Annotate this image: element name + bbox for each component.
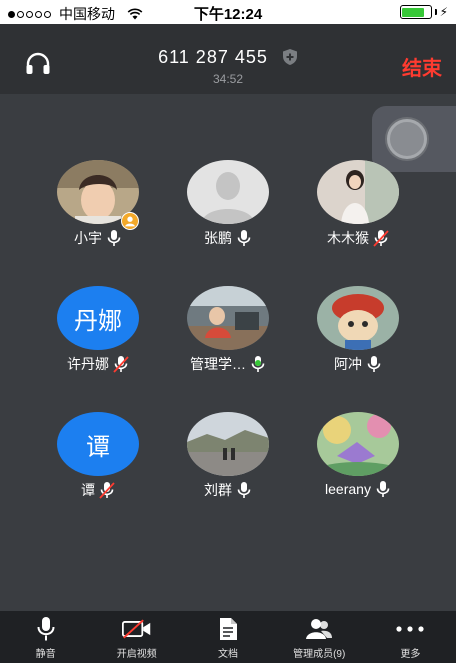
participant-name: 小宇 [74,230,102,246]
participant-tile[interactable]: 小宇 [33,160,163,270]
start-video-label: 开启视频 [116,649,157,660]
participant-tile[interactable]: 谭 谭 [33,412,163,522]
participant-avatar [317,412,399,476]
bottom-toolbar: 静音 开启视频 文档 管理成员(9) 更多 [0,611,456,663]
more-label: 更多 [400,649,421,660]
more-dots-icon [396,626,425,632]
status-time: 下午12:24 [193,6,263,23]
participant-tile[interactable]: leerany [293,412,423,522]
participant-name-row: 小宇 [33,228,163,248]
participant-name-row: 许丹娜 [33,354,163,374]
participant-avatar [317,160,399,224]
mic-on-icon [107,230,121,246]
participant-name-row: 木木猴 [293,228,423,248]
end-call-button[interactable]: 结束 [402,52,442,81]
participant-avatar [187,286,269,350]
documents-button[interactable]: 文档 [182,611,273,663]
documents-label: 文档 [218,649,238,660]
manage-members-label: 管理成员(9) [293,649,346,660]
participant-avatar: 谭 [57,412,139,476]
participant-tile[interactable]: 管理学… [163,286,293,396]
participant-name: leerany [325,481,371,497]
members-icon [306,619,333,639]
participant-name: 刘群 [204,482,232,498]
mic-speaking-icon [251,356,265,372]
meeting-number-text: 611 287 455 [158,46,268,67]
manage-members-button[interactable]: 管理成员(9) [274,611,365,663]
mute-button[interactable]: 静音 [0,611,91,663]
more-button[interactable]: 更多 [365,611,456,663]
document-icon [220,618,237,640]
mute-label: 静音 [35,649,56,660]
participant-name-row: 谭 [33,480,163,500]
participant-avatar: 丹娜 [57,286,139,350]
participant-tile[interactable]: 阿冲 [293,286,423,396]
participant-name-row: 阿冲 [293,354,423,374]
participant-name: 管理学… [190,356,246,372]
participant-name: 张鹏 [204,230,232,246]
participant-name-row: leerany [293,480,423,498]
mic-muted-icon [99,482,115,499]
charging-icon: ⚡ [439,5,448,19]
participant-name-row: 刘群 [163,480,293,500]
participant-name: 谭 [81,482,95,498]
battery-icon [399,5,432,19]
participant-avatar [317,286,399,350]
participant-tile[interactable]: 木木猴 [293,160,423,270]
mic-muted-icon [373,230,389,247]
participant-name-row: 管理学… [163,354,293,374]
participant-grid: 小宇 张鹏 木木猴 丹娜 许丹娜 管理学… 阿冲 谭 谭 刘群 leerany [0,94,456,611]
call-header: 611 287 455 34:52 结束 [0,24,456,94]
battery-indicator: ⚡ [399,5,448,19]
participant-name-row: 张鹏 [163,228,293,248]
mic-on-icon [367,356,381,372]
participant-name: 许丹娜 [67,356,109,372]
mic-on-icon [237,482,251,498]
mic-muted-icon [113,356,129,373]
status-bar: 中国移动 下午12:24 ⚡ [0,0,456,24]
participant-tile[interactable]: 丹娜 许丹娜 [33,286,163,396]
participant-tile[interactable]: 张鹏 [163,160,293,270]
meeting-number: 611 287 455 [0,46,456,68]
call-duration: 34:52 [212,72,244,86]
start-video-button[interactable]: 开启视频 [91,611,182,663]
mic-on-icon [376,481,390,497]
mic-on-icon [237,230,251,246]
participant-avatar [187,160,269,224]
microphone-icon [37,617,55,641]
video-camera-off-icon [121,619,151,639]
participant-name: 木木猴 [327,230,369,246]
participant-name: 阿冲 [334,356,362,372]
shield-icon [282,49,297,66]
participant-tile[interactable]: 刘群 [163,412,293,522]
participant-avatar [187,412,269,476]
